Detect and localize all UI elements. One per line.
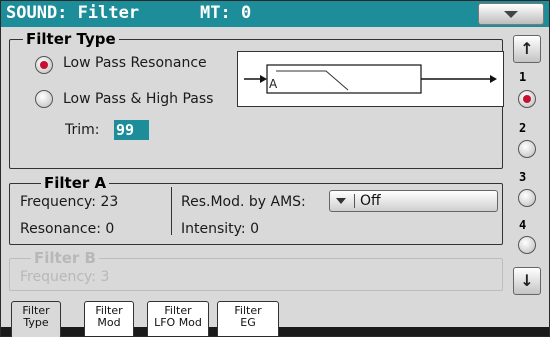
sound-filter-screen: SOUND: Filter MT: 0 Filter Type Low Pass… — [0, 0, 550, 337]
sidebar-number-4: 4 — [519, 218, 527, 232]
sidebar-number-1: 1 — [519, 70, 527, 84]
sidebar-number-3: 3 — [519, 170, 527, 184]
sidebar-radio-1[interactable] — [518, 90, 536, 108]
page-title: SOUND: Filter — [6, 3, 140, 23]
res-mod-label: Res.Mod. by AMS: — [181, 194, 306, 210]
trim-value-field[interactable]: 99 — [114, 120, 149, 140]
filter-a-legend: Filter A — [41, 175, 110, 191]
arrow-down-icon: ↓ — [520, 271, 534, 290]
diagram-filter-a-label: A — [269, 77, 278, 91]
scroll-down-button[interactable]: ↓ — [513, 267, 541, 295]
filter-a-divider — [171, 187, 172, 235]
res-mod-value: Off — [360, 193, 381, 209]
radio-selected-dot — [40, 61, 48, 69]
filter-a-intensity[interactable]: Intensity: 0 — [181, 221, 259, 237]
filter-type-legend: Filter Type — [23, 31, 119, 47]
tab-label-line2: EG — [240, 316, 256, 329]
low-pass-resonance-radio[interactable] — [35, 56, 53, 74]
dropdown-arrow-icon — [336, 198, 346, 204]
sidebar-radio-4[interactable] — [518, 236, 536, 254]
filter-a-resonance[interactable]: Resonance: 0 — [20, 221, 114, 237]
scroll-up-button[interactable]: ↑ — [513, 35, 541, 63]
filter-b-legend: Filter B — [31, 250, 99, 266]
tab-label-line2: Type — [23, 316, 49, 329]
mt-indicator: MT: 0 — [200, 3, 252, 23]
tab-filter-eg[interactable]: Filter EG — [217, 301, 279, 336]
chevron-down-icon — [504, 11, 518, 18]
low-pass-resonance-label[interactable]: Low Pass Resonance — [63, 55, 207, 71]
tab-filter-mod[interactable]: Filter Mod — [84, 301, 134, 336]
radio-selected-dot — [523, 95, 531, 103]
sidebar-radio-3[interactable] — [518, 189, 536, 207]
sidebar-radio-2[interactable] — [518, 140, 536, 158]
tab-label-line2: LFO Mod — [154, 316, 202, 329]
low-pass-high-pass-label[interactable]: Low Pass & High Pass — [63, 91, 213, 107]
dropdown-separator — [354, 194, 355, 208]
res-mod-dropdown[interactable]: Off — [329, 190, 498, 212]
tab-label-line2: Mod — [97, 316, 121, 329]
tab-filter-lfo-mod[interactable]: Filter LFO Mod — [147, 301, 209, 336]
tab-filter-type[interactable]: Filter Type — [11, 301, 61, 337]
title-bar: SOUND: Filter MT: 0 — [1, 1, 549, 27]
trim-label: Trim: — [65, 122, 100, 138]
filter-a-frequency[interactable]: Frequency: 23 — [20, 194, 118, 210]
sidebar-number-2: 2 — [519, 121, 527, 135]
filter-diagram-graphic — [244, 64, 497, 94]
low-pass-high-pass-radio[interactable] — [35, 90, 53, 108]
page-menu-button[interactable] — [478, 3, 544, 25]
filter-b-frequency: Frequency: 3 — [20, 269, 110, 285]
arrow-up-icon: ↑ — [520, 39, 534, 58]
